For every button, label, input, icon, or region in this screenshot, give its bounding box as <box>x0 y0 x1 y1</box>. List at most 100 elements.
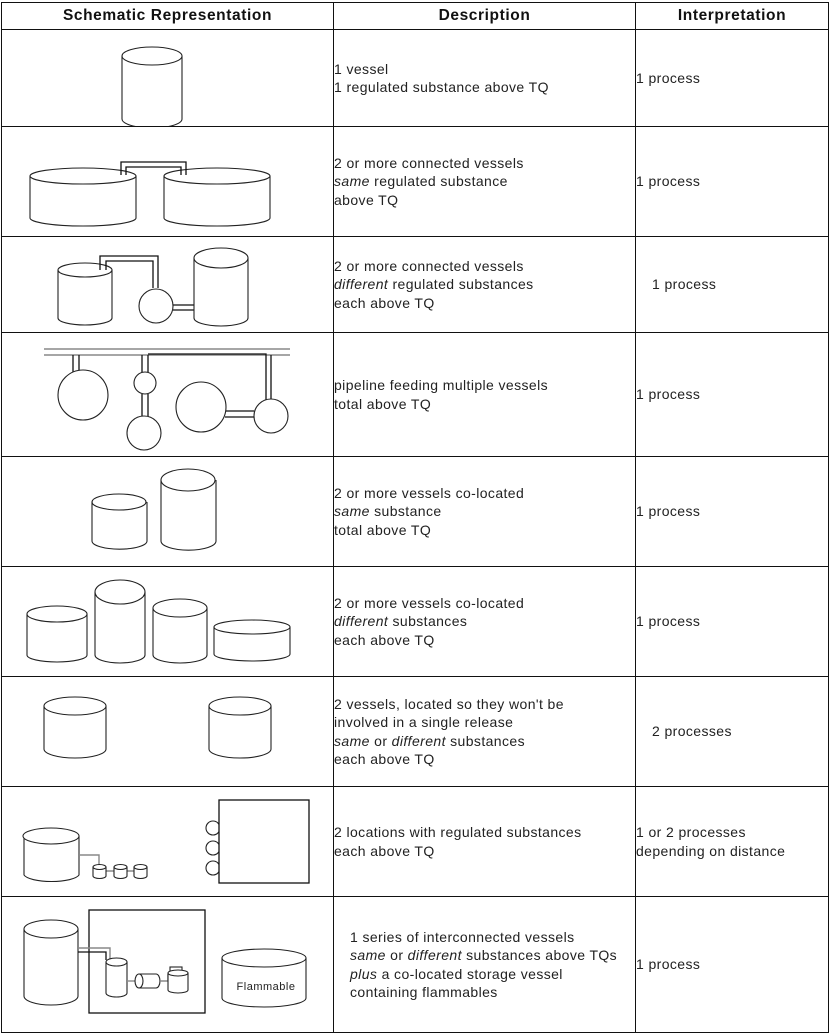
emphasis-text: same <box>334 503 370 520</box>
vessel-icon <box>57 261 113 326</box>
text-run: or <box>369 732 392 749</box>
sphere-vessel-icon <box>175 380 227 433</box>
schematic-cell <box>1 29 334 127</box>
table-row: 2 locations with regulated substances eac… <box>1 786 829 897</box>
co-located-different-diagram <box>26 578 291 664</box>
description-cell: 1 series of interconnected vessels same o… <box>333 896 636 1033</box>
text-run: 2 or more vessels co-located <box>334 484 525 501</box>
description-line: each above TQ <box>334 294 635 313</box>
table-row: Flammable 1 series of interconnected ves… <box>1 896 829 1033</box>
vessel-icon <box>193 246 249 327</box>
interpretation-cell: 1 process <box>635 566 829 677</box>
description-line: involved in a single release <box>334 713 635 732</box>
text-run: involved in a single release <box>334 714 514 730</box>
vessel-icon <box>160 467 217 551</box>
description-cell: 1 vessel 1 regulated substance above TQ <box>333 29 636 127</box>
text-run: above TQ <box>334 191 399 208</box>
text-run: substances <box>388 613 468 630</box>
facility-building-icon <box>218 798 310 884</box>
description-line: total above TQ <box>334 395 635 414</box>
description-cell: 2 or more vessels co-located different su… <box>333 566 636 677</box>
description-line: containing flammables <box>350 983 635 1002</box>
description-line: plus a co-located storage vessel <box>350 965 635 984</box>
two-connected-vessels-diagram <box>29 160 271 227</box>
emphasis-text: plus <box>350 965 378 982</box>
interpretation-text: 2 processes <box>652 723 732 740</box>
header-description: Description <box>333 2 636 30</box>
description-line: same substance <box>334 502 635 521</box>
header-schematic: Schematic Representation <box>1 2 334 30</box>
interpretation-text: 1 process <box>636 69 701 86</box>
table-row: 2 or more connected vessels different reg… <box>1 236 829 333</box>
sphere-vessel-icon <box>138 287 174 324</box>
interpretation-text: depending on distance <box>636 842 786 859</box>
interpretation-text: 1 process <box>636 503 701 520</box>
pipeline-diagram <box>44 347 290 451</box>
small-vessel-icon <box>113 863 128 879</box>
description-cell: 2 or more vessels co-located same substan… <box>333 456 636 567</box>
interpretation-text: 1 process <box>636 613 701 630</box>
table-row: 2 vessels, located so they won't be invol… <box>1 676 829 787</box>
interpretation-text: 1 process <box>636 956 701 973</box>
small-vessel-icon <box>167 968 189 994</box>
description-line: each above TQ <box>334 750 635 769</box>
schematic-cell <box>1 456 334 567</box>
interpretation-cell: 1 process <box>635 29 829 127</box>
vessel-icon <box>152 597 208 664</box>
schematic-cell <box>1 236 334 333</box>
vessel-icon <box>91 492 148 550</box>
text-run: 2 or more connected vessels <box>334 257 524 274</box>
separated-vessels-diagram <box>43 695 272 759</box>
interconnected-series-diagram: Flammable <box>23 908 307 1014</box>
text-run: pipeline feeding multiple vessels <box>334 377 548 393</box>
flammable-storage-vessel-icon: Flammable <box>221 947 307 1008</box>
sphere-vessel-icon <box>205 859 221 876</box>
small-vessel-icon <box>92 863 107 879</box>
vessel-icon <box>26 604 88 663</box>
interpretation-cell: 1 process <box>635 332 829 457</box>
interpretation-text: 1 process <box>636 173 701 190</box>
description-cell: 2 or more connected vessels same regulate… <box>333 126 636 237</box>
schematic-cell <box>1 566 334 677</box>
vessel-icon <box>208 695 272 759</box>
description-line: same or different substances above TQs <box>350 946 635 965</box>
small-vessel-icon <box>133 863 148 879</box>
emphasis-text: same <box>334 732 370 749</box>
header-interpretation: Interpretation <box>635 2 829 30</box>
interpretation-text: 1 or 2 processes <box>636 824 746 840</box>
text-run: containing flammables <box>350 984 498 1000</box>
description-line: 2 or more connected vessels <box>334 257 635 276</box>
interpretation-cell: 1 process <box>635 236 829 333</box>
header-row: Schematic Representation Description Int… <box>1 2 829 30</box>
text-run: substance <box>369 503 442 520</box>
text-run: substances above TQs <box>461 947 618 963</box>
description-cell: 2 vessels, located so they won't be invol… <box>333 676 636 787</box>
text-run: each above TQ <box>334 842 435 859</box>
table-row: 1 vessel 1 regulated substance above TQ 1… <box>1 29 829 127</box>
sphere-vessel-icon <box>57 368 109 421</box>
text-run: 2 or more connected vessels <box>334 154 524 171</box>
interpretation-cell: 1 process <box>635 126 829 237</box>
text-run: substances <box>445 732 525 749</box>
text-run: 1 series of interconnected vessels <box>350 928 575 945</box>
text-run: 1 regulated substance above TQ <box>334 79 549 95</box>
description-line: pipeline feeding multiple vessels <box>334 376 635 395</box>
vessel-icon <box>22 826 80 882</box>
text-run: each above TQ <box>334 631 435 648</box>
emphasis-text: different <box>334 613 389 630</box>
schematic-cell: Flammable <box>1 896 334 1033</box>
description-line: 2 locations with regulated substances <box>334 823 635 842</box>
text-run: regulated substances <box>388 276 534 293</box>
sphere-vessel-icon <box>205 819 221 836</box>
description-line: same or different substances <box>334 732 635 751</box>
text-run: 2 or more vessels co-located <box>334 594 525 611</box>
emphasis-text: same <box>334 173 370 190</box>
description-line: 1 regulated substance above TQ <box>334 78 635 97</box>
description-line: 2 vessels, located so they won't be <box>334 695 635 714</box>
schematic-cell <box>1 786 334 897</box>
table-row: 2 or more connected vessels same regulate… <box>1 126 829 237</box>
table-row: 2 or more vessels co-located same substan… <box>1 456 829 567</box>
interpretation-cell: 1 process <box>635 896 829 1033</box>
vessel-icon <box>29 166 137 227</box>
emphasis-text: different <box>391 732 446 749</box>
